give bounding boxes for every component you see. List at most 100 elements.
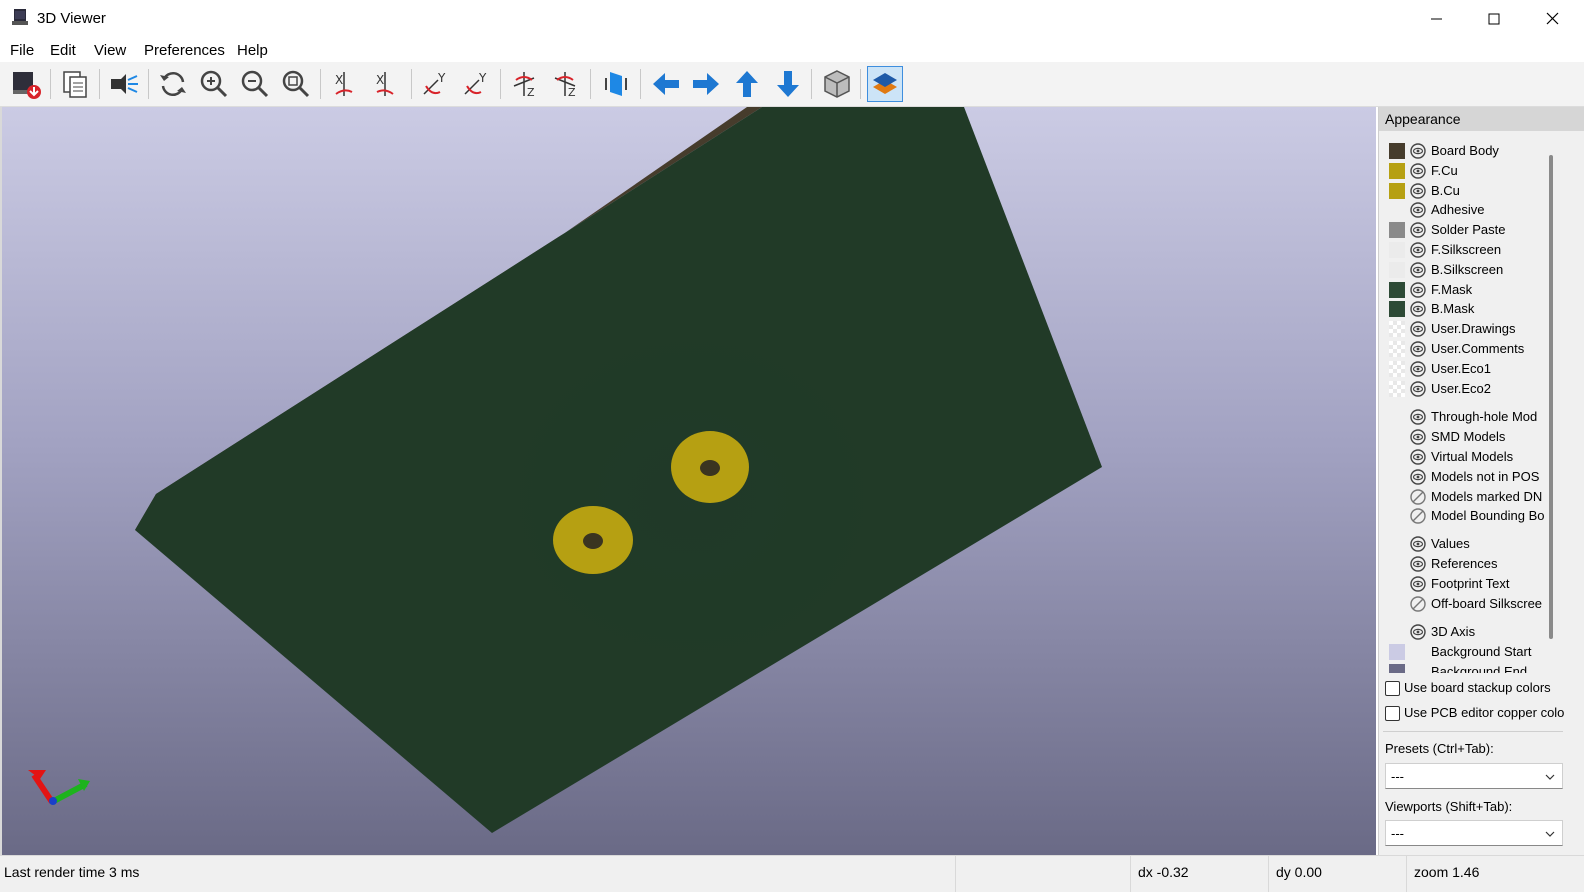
eye-icon[interactable] <box>1410 281 1426 298</box>
layer-row-models-not-in-pos[interactable]: Models not in POS <box>1379 467 1551 487</box>
layer-row-b-cu[interactable]: B.Cu <box>1379 181 1551 201</box>
layer-row-smd-models[interactable]: SMD Models <box>1379 427 1551 447</box>
layer-color-swatch[interactable] <box>1389 341 1405 357</box>
eye-icon[interactable] <box>1410 624 1426 641</box>
layer-row-f-mask[interactable]: F.Mask <box>1379 280 1551 300</box>
toggle-layers-manager-button[interactable] <box>867 66 903 102</box>
eye-icon[interactable] <box>1410 536 1426 552</box>
layer-color-swatch[interactable] <box>1389 182 1405 199</box>
layer-row-background-end[interactable]: Background End <box>1379 662 1551 673</box>
use-pcb-editor-copper-colors-checkbox[interactable]: Use PCB editor copper colo <box>1385 704 1584 724</box>
move-right-button[interactable] <box>688 66 724 102</box>
eye-icon[interactable] <box>1410 556 1426 572</box>
layer-row-off-board-silkscree[interactable]: Off-board Silkscree <box>1379 594 1551 614</box>
eye-icon[interactable] <box>1410 242 1426 258</box>
layer-color-swatch[interactable] <box>1389 143 1405 159</box>
eye-icon[interactable] <box>1410 449 1426 465</box>
rotate-x-ccw-button[interactable]: X <box>369 66 405 102</box>
eye-hidden-icon[interactable] <box>1410 595 1426 612</box>
move-left-button[interactable] <box>648 66 684 102</box>
presets-dropdown[interactable]: --- <box>1385 763 1563 789</box>
rotate-z-ccw-button[interactable]: Z <box>549 66 585 102</box>
layer-row-user-eco1[interactable]: User.Eco1 <box>1379 359 1551 379</box>
flip-board-button[interactable] <box>598 66 634 102</box>
eye-icon[interactable] <box>1410 576 1426 592</box>
zoom-out-button[interactable] <box>237 66 273 102</box>
maximize-button[interactable] <box>1465 0 1523 38</box>
layer-row-3d-axis[interactable]: 3D Axis <box>1379 622 1551 642</box>
zoom-fit-button[interactable] <box>278 66 314 102</box>
move-up-button[interactable] <box>729 66 765 102</box>
export-image-button[interactable] <box>8 66 44 102</box>
checkbox-box[interactable] <box>1385 706 1400 721</box>
close-button[interactable] <box>1523 0 1581 38</box>
layer-list-scrollbar[interactable] <box>1549 155 1553 639</box>
layer-row-user-comments[interactable]: User.Comments <box>1379 339 1551 359</box>
layer-row-f-cu[interactable]: F.Cu <box>1379 161 1551 181</box>
layer-list[interactable]: Board Body F.Cu B.Cu Adhesive Solder Paste F.… <box>1379 138 1551 673</box>
layer-color-swatch[interactable] <box>1389 261 1405 278</box>
eye-icon[interactable] <box>1410 301 1426 318</box>
eye-icon[interactable] <box>1410 163 1426 179</box>
toggle-orthographic-button[interactable] <box>819 66 855 102</box>
menu-view[interactable]: View <box>94 42 126 59</box>
minimize-button[interactable] <box>1407 0 1465 38</box>
layer-row-b-mask[interactable]: B.Mask <box>1379 299 1551 319</box>
layer-color-swatch[interactable] <box>1389 222 1405 239</box>
eye-icon[interactable] <box>1410 222 1426 238</box>
eye-hidden-icon[interactable] <box>1410 488 1426 505</box>
layer-color-swatch[interactable] <box>1389 301 1405 318</box>
redraw-button[interactable] <box>155 66 191 102</box>
menu-file[interactable]: File <box>10 42 34 59</box>
rotate-y-ccw-button[interactable]: Y <box>459 66 495 102</box>
layer-color-swatch[interactable] <box>1389 242 1405 258</box>
layer-row-user-drawings[interactable]: User.Drawings <box>1379 319 1551 339</box>
eye-icon[interactable] <box>1410 341 1426 357</box>
layer-color-swatch[interactable] <box>1389 664 1405 673</box>
eye-icon[interactable] <box>1410 429 1426 445</box>
eye-hidden-icon[interactable] <box>1410 508 1426 525</box>
zoom-in-button[interactable] <box>196 66 232 102</box>
layer-row-f-silkscreen[interactable]: F.Silkscreen <box>1379 240 1551 260</box>
menu-preferences[interactable]: Preferences <box>144 42 225 59</box>
layer-color-swatch[interactable] <box>1389 162 1405 179</box>
layer-row-background-start[interactable]: Background Start <box>1379 642 1551 662</box>
layer-row-adhesive[interactable]: Adhesive <box>1379 200 1551 220</box>
eye-icon[interactable] <box>1410 182 1426 199</box>
rotate-x-cw-button[interactable]: X <box>328 66 364 102</box>
layer-row-footprint-text[interactable]: Footprint Text <box>1379 574 1551 594</box>
use-board-stackup-colors-checkbox[interactable]: Use board stackup colors <box>1385 679 1584 699</box>
eye-icon[interactable] <box>1410 380 1426 397</box>
rotate-z-cw-button[interactable]: Z <box>508 66 544 102</box>
eye-icon[interactable] <box>1410 262 1426 278</box>
layer-row-user-eco2[interactable]: User.Eco2 <box>1379 379 1551 399</box>
eye-icon[interactable] <box>1410 361 1426 377</box>
layer-row-board-body[interactable]: Board Body <box>1379 141 1551 161</box>
eye-icon[interactable] <box>1410 321 1426 337</box>
layer-row-references[interactable]: References <box>1379 554 1551 574</box>
copy-to-clipboard-button[interactable] <box>57 66 93 102</box>
eye-icon[interactable] <box>1410 469 1426 485</box>
rotate-y-cw-button[interactable]: Y <box>418 66 454 102</box>
layer-row-b-silkscreen[interactable]: B.Silkscreen <box>1379 260 1551 280</box>
layer-row-model-bounding-bo[interactable]: Model Bounding Bo <box>1379 506 1551 526</box>
raytracing-button[interactable] <box>106 66 142 102</box>
layer-color-swatch[interactable] <box>1389 321 1405 338</box>
menu-edit[interactable]: Edit <box>50 42 76 59</box>
viewports-dropdown[interactable]: --- <box>1385 820 1563 846</box>
eye-icon[interactable] <box>1410 202 1426 219</box>
layer-color-swatch[interactable] <box>1389 281 1405 298</box>
layer-color-swatch[interactable] <box>1389 380 1405 397</box>
layer-row-through-hole-mod[interactable]: Through-hole Mod <box>1379 407 1551 427</box>
layer-row-models-marked-dn[interactable]: Models marked DN <box>1379 487 1551 507</box>
move-down-button[interactable] <box>770 66 806 102</box>
checkbox-box[interactable] <box>1385 681 1400 696</box>
layer-color-swatch[interactable] <box>1389 360 1405 377</box>
eye-icon[interactable] <box>1410 143 1426 159</box>
3d-viewport[interactable] <box>0 107 1376 855</box>
layer-row-values[interactable]: Values <box>1379 534 1551 554</box>
layer-color-swatch[interactable] <box>1389 644 1405 661</box>
layer-row-solder-paste[interactable]: Solder Paste <box>1379 220 1551 240</box>
layer-row-virtual-models[interactable]: Virtual Models <box>1379 447 1551 467</box>
menu-help[interactable]: Help <box>237 42 268 59</box>
